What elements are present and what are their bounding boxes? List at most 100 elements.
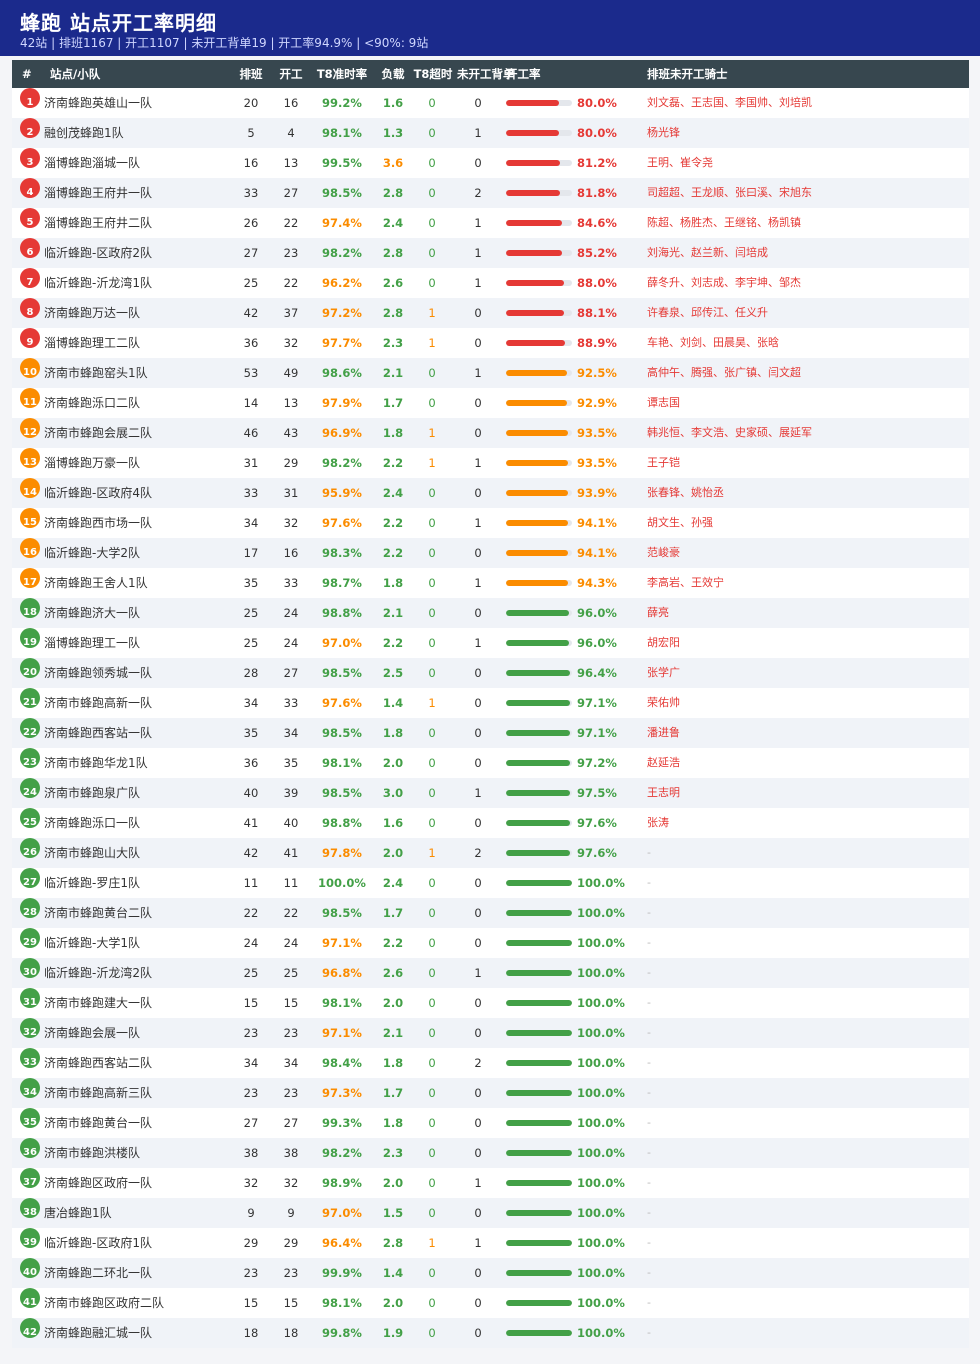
rate-bar-fill	[506, 130, 559, 136]
table-row: 13 淄博蜂跑万豪一队 31 29 98.2% 2.2 1 1 93.5% 王子铠	[12, 448, 969, 478]
open-rate: 100.0%	[577, 1176, 625, 1190]
unopened-riders: -	[647, 1146, 651, 1159]
unopened-riders: 胡宏阳	[647, 636, 680, 649]
t8-overtime-count: 0	[428, 876, 436, 890]
t8-ontime-rate: 98.5%	[322, 726, 362, 740]
load-value: 2.2	[382, 456, 404, 470]
rate-bar-fill	[506, 490, 568, 496]
open-rate: 100.0%	[577, 1266, 625, 1280]
t8-ontime-rate: 98.5%	[322, 906, 362, 920]
load-value: 2.6	[382, 276, 404, 290]
table-row: 7 临沂蜂跑-沂龙湾1队 25 22 96.2% 2.6 0 1 88.0% 薛冬升、刘志成、李宇…	[12, 268, 969, 298]
opened-count: 22	[283, 216, 299, 230]
load-value: 2.0	[382, 1296, 404, 1310]
t8-overtime-count: 1	[428, 306, 436, 320]
station-name: 济南市蜂跑建大一队	[44, 996, 153, 1010]
unopened-riders: 王志明	[647, 786, 680, 799]
station-name: 济南蜂跑万达一队	[44, 306, 141, 320]
rate-bar	[506, 250, 572, 256]
scheduled-count: 27	[243, 1116, 259, 1130]
rate-bar	[506, 580, 572, 586]
scheduled-count: 9	[247, 1206, 255, 1220]
t8-overtime-count: 0	[428, 1296, 436, 1310]
rate-bar-fill	[506, 190, 560, 196]
table-row: 17 济南蜂跑王舍人1队 35 33 98.7% 1.8 0 1 94.3% 李高岩、王效宁	[12, 568, 969, 598]
station-name: 淄博蜂跑理工二队	[44, 336, 141, 350]
opened-count: 34	[283, 1056, 299, 1070]
t8-overtime-count: 0	[428, 396, 436, 410]
unopened-riders: 薛亮	[647, 606, 669, 619]
t8-overtime-count: 0	[428, 606, 436, 620]
opened-count: 11	[283, 876, 299, 890]
unopened-riders: 谭志国	[647, 396, 680, 409]
rank-badge: 4	[20, 178, 40, 198]
t8-overtime-count: 0	[428, 1206, 436, 1220]
load-value: 2.8	[382, 246, 404, 260]
station-name: 临沂蜂跑-区政府4队	[44, 486, 152, 500]
t8-ontime-rate: 97.9%	[322, 396, 362, 410]
table-row: 27 临沂蜂跑-罗庄1队 11 11 100.0% 2.4 0 0 100.0% -	[12, 868, 969, 898]
scheduled-count: 35	[243, 726, 259, 740]
load-value: 1.9	[382, 1326, 404, 1340]
t8-ontime-rate: 97.2%	[322, 306, 362, 320]
rate-bar	[506, 1180, 572, 1186]
t8-ontime-rate: 97.6%	[322, 696, 362, 710]
opened-count: 41	[283, 846, 299, 860]
opened-count: 23	[283, 1266, 299, 1280]
opened-count: 49	[283, 366, 299, 380]
rate-bar	[506, 1030, 572, 1036]
table-row: 3 淄博蜂跑淄城一队 16 13 99.5% 3.6 0 0 81.2% 王明、崔令尧	[12, 148, 969, 178]
rate-bar-fill	[506, 340, 565, 346]
opened-count: 34	[283, 726, 299, 740]
unopened-riders: -	[647, 1176, 651, 1189]
station-name: 济南蜂跑二环北一队	[44, 1266, 153, 1280]
unopened-count: 0	[474, 726, 482, 740]
unopened-count: 0	[474, 396, 482, 410]
t8-ontime-rate: 97.3%	[322, 1086, 362, 1100]
open-rate: 100.0%	[577, 1296, 625, 1310]
rate-bar	[506, 700, 572, 706]
opened-count: 33	[283, 696, 299, 710]
opened-count: 13	[283, 156, 299, 170]
station-table: # 站点/小队 排班 开工 T8准时率 负载 T8超时 未开工背单 开工率 排班…	[12, 60, 969, 1348]
station-name: 唐冶蜂跑1队	[44, 1206, 112, 1220]
load-value: 1.5	[382, 1206, 404, 1220]
t8-overtime-count: 1	[428, 456, 436, 470]
station-name: 淄博蜂跑王府井一队	[44, 186, 153, 200]
unopened-count: 1	[474, 246, 482, 260]
load-value: 2.2	[382, 636, 404, 650]
opened-count: 24	[283, 936, 299, 950]
table-row: 36 济南市蜂跑洪楼队 38 38 98.2% 2.3 0 0 100.0% -	[12, 1138, 969, 1168]
open-rate: 80.0%	[577, 96, 617, 110]
rank-badge: 27	[20, 868, 40, 888]
col-name: 站点/小队	[50, 67, 101, 81]
rate-bar	[506, 160, 572, 166]
rate-bar	[506, 610, 572, 616]
rate-bar-fill	[506, 730, 571, 736]
rank-badge: 12	[20, 418, 40, 438]
load-value: 2.0	[382, 996, 404, 1010]
unopened-riders: 高仲午、腾强、张广镇、闫文超	[647, 366, 801, 379]
station-name: 济南蜂跑领秀城一队	[44, 666, 153, 680]
rate-bar	[506, 280, 572, 286]
t8-overtime-count: 1	[428, 1236, 436, 1250]
unopened-riders: 薛冬升、刘志成、李宇坤、邹杰	[647, 276, 801, 289]
unopened-count: 0	[474, 996, 482, 1010]
load-value: 2.1	[382, 606, 404, 620]
rate-bar-fill	[506, 910, 572, 916]
open-rate: 100.0%	[577, 966, 625, 980]
rate-bar	[506, 880, 572, 886]
open-rate: 97.1%	[577, 726, 617, 740]
rate-bar	[506, 340, 572, 346]
rate-bar	[506, 820, 572, 826]
open-rate: 85.2%	[577, 246, 617, 260]
rank-badge: 23	[20, 748, 40, 768]
scheduled-count: 31	[243, 456, 259, 470]
unopened-riders: -	[647, 966, 651, 979]
t8-overtime-count: 0	[428, 726, 436, 740]
rate-bar-fill	[506, 880, 572, 886]
rank-badge: 36	[20, 1138, 40, 1158]
scheduled-count: 42	[243, 846, 259, 860]
table-row: 21 济南市蜂跑高新一队 34 33 97.6% 1.4 1 0 97.1% 荣佑帅	[12, 688, 969, 718]
station-name: 济南市蜂跑黄台二队	[44, 906, 153, 920]
